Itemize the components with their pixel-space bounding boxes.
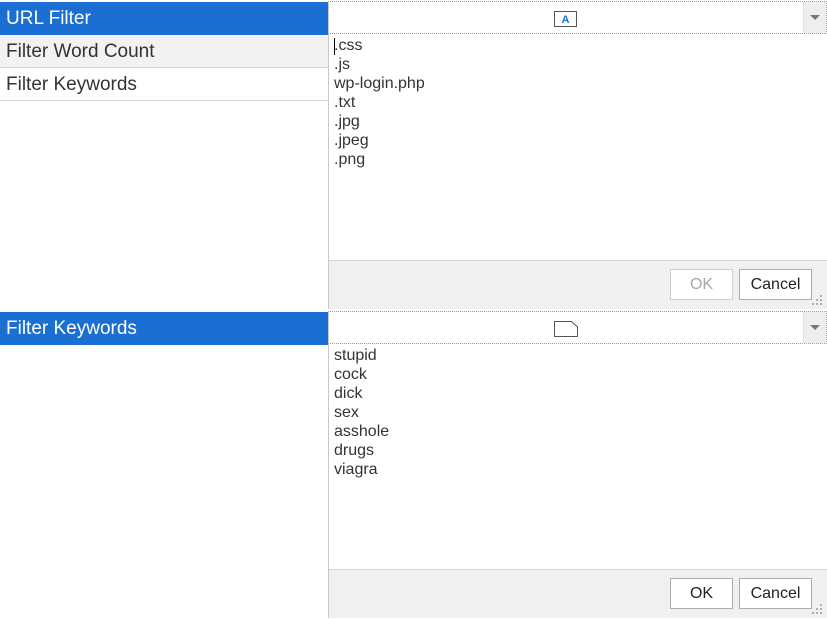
row-filter-keywords-selected[interactable]: Filter Keywords xyxy=(0,312,328,345)
url-filter-list[interactable]: .css .js wp-login.php .txt .jpg .jpeg .p… xyxy=(328,34,827,260)
list-item: .jpeg xyxy=(334,132,369,149)
list-item: viagra xyxy=(334,461,378,478)
list-item: stupid xyxy=(334,347,377,364)
row-label: Filter Word Count xyxy=(6,41,155,62)
text-caret xyxy=(334,38,335,55)
list-item: .png xyxy=(334,151,366,168)
text-format-icon: A xyxy=(553,10,579,28)
row-url-filter[interactable]: URL Filter xyxy=(0,2,328,35)
list-item: wp-login.php xyxy=(334,75,425,92)
row-filter-keywords[interactable]: Filter Keywords xyxy=(0,68,328,101)
dialog-footer: OK Cancel xyxy=(328,260,827,309)
list-item: dick xyxy=(334,385,363,402)
svg-text:A: A xyxy=(562,14,570,26)
dialog-footer: OK Cancel xyxy=(328,569,827,618)
list-item: drugs xyxy=(334,442,375,459)
row-label: Filter Keywords xyxy=(6,74,137,95)
row-label: Filter Keywords xyxy=(6,318,137,339)
cancel-button[interactable]: Cancel xyxy=(739,269,812,300)
list-item: asshole xyxy=(334,423,390,440)
dropdown-arrow-button[interactable] xyxy=(803,2,826,33)
ok-button[interactable]: OK xyxy=(670,578,733,609)
dropdown-arrow-button[interactable] xyxy=(803,312,826,343)
url-filter-editor: A .css .js wp-login.php .txt .jpg .jpeg … xyxy=(328,1,827,309)
list-item: .jpg xyxy=(334,113,360,130)
keywords-editor: stupid cock dick sex asshole drugs viagr… xyxy=(328,311,827,618)
list-item: sex xyxy=(334,404,359,421)
row-filter-word-count[interactable]: Filter Word Count xyxy=(0,35,328,68)
keywords-list[interactable]: stupid cock dick sex asshole drugs viagr… xyxy=(328,344,827,570)
resize-grip-icon[interactable] xyxy=(811,293,823,305)
ok-button[interactable]: OK xyxy=(670,269,733,300)
format-combo[interactable] xyxy=(328,311,827,344)
row-label: URL Filter xyxy=(6,8,91,29)
list-item: .css xyxy=(334,37,363,54)
resize-grip-icon[interactable] xyxy=(811,602,823,614)
blank-document-icon xyxy=(553,320,579,338)
format-combo[interactable]: A xyxy=(328,1,827,34)
list-item: cock xyxy=(334,366,367,383)
list-item: .txt xyxy=(334,94,356,111)
cancel-button[interactable]: Cancel xyxy=(739,578,812,609)
list-item: .js xyxy=(334,56,350,73)
